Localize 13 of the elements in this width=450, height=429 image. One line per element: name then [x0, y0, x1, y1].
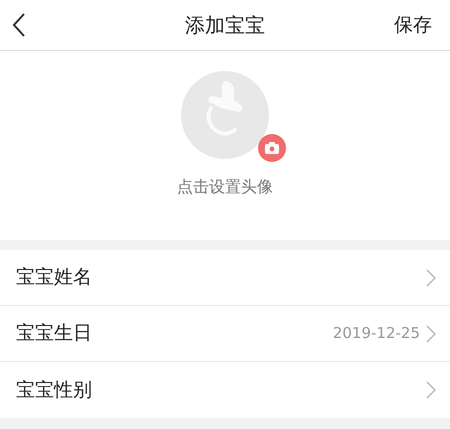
avatar-hint[interactable]: 点击设置头像: [177, 175, 273, 199]
field-value: 2019-12-25: [332, 323, 420, 344]
page-title: 添加宝宝: [185, 12, 265, 39]
chevron-right-icon: [426, 324, 436, 342]
field-label: 宝宝性别: [16, 378, 92, 403]
field-label: 宝宝生日: [16, 321, 92, 346]
camera-icon[interactable]: [258, 134, 286, 162]
pacifier-avatar-icon[interactable]: [181, 71, 269, 159]
chevron-right-icon: [426, 381, 436, 399]
chevron-right-icon: [426, 268, 436, 286]
back-icon[interactable]: [12, 13, 26, 37]
field-label: 宝宝姓名: [16, 265, 92, 290]
save-button[interactable]: 保存: [394, 10, 450, 40]
